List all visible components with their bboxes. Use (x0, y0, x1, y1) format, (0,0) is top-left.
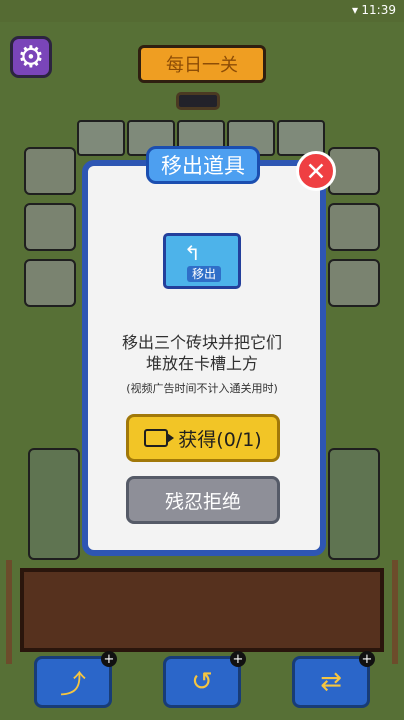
plus-badge: + (101, 651, 117, 667)
move-tool-button[interactable]: ⤴ + (34, 651, 117, 708)
tile[interactable] (77, 120, 125, 156)
refuse-label: 残忍拒绝 (164, 490, 241, 513)
tile[interactable] (328, 203, 380, 251)
left-tile-stack (28, 448, 80, 560)
plus-badge: + (230, 651, 246, 667)
undo-tool-button[interactable]: ↺ + (163, 651, 246, 708)
tile[interactable] (328, 259, 380, 307)
close-button[interactable]: ✕ (296, 151, 336, 191)
tile[interactable] (24, 259, 76, 307)
settings-button[interactable]: ⚙ (10, 36, 52, 78)
tile[interactable] (24, 147, 76, 195)
undo-icon: ↺ (191, 667, 213, 697)
plus-badge: + (359, 651, 375, 667)
tile[interactable] (24, 203, 76, 251)
close-icon: ✕ (305, 156, 327, 186)
shuffle-icon: ⇄ (320, 667, 342, 697)
ad-note: (视频广告时间不计入通关用时) (126, 382, 278, 395)
modal-title: 移出道具 (146, 146, 260, 184)
right-tile-stack (328, 448, 380, 560)
get-reward-button[interactable]: 获得(0/1) (126, 414, 280, 462)
video-icon (144, 429, 175, 447)
shuffle-tool-button[interactable]: ⇄ + (292, 651, 375, 708)
daily-level-button[interactable]: 每日一关 (138, 45, 266, 83)
card-label: 移出 (187, 266, 221, 282)
status-bar: ▾ 11:39 (0, 0, 404, 22)
wifi-icon: ▾ (351, 3, 358, 17)
move-powerup-card: ↰ 移出 (163, 233, 241, 289)
description-line-2: 堆放在卡槽上方 (145, 354, 258, 373)
gear-icon: ⚙ (17, 39, 45, 75)
left-tile-column (24, 147, 76, 307)
tool-bar: ⤴ + ↺ + ⇄ + (34, 651, 375, 708)
get-reward-label: 获得(0/1) (178, 428, 262, 451)
move-arrow-icon: ↰ (184, 241, 201, 265)
move-icon: ⤴ (59, 669, 86, 700)
status-time: 11:39 (361, 3, 396, 17)
level-key (176, 92, 220, 110)
tile-slot-board (20, 568, 384, 652)
refuse-button[interactable]: 残忍拒绝 (126, 476, 280, 524)
